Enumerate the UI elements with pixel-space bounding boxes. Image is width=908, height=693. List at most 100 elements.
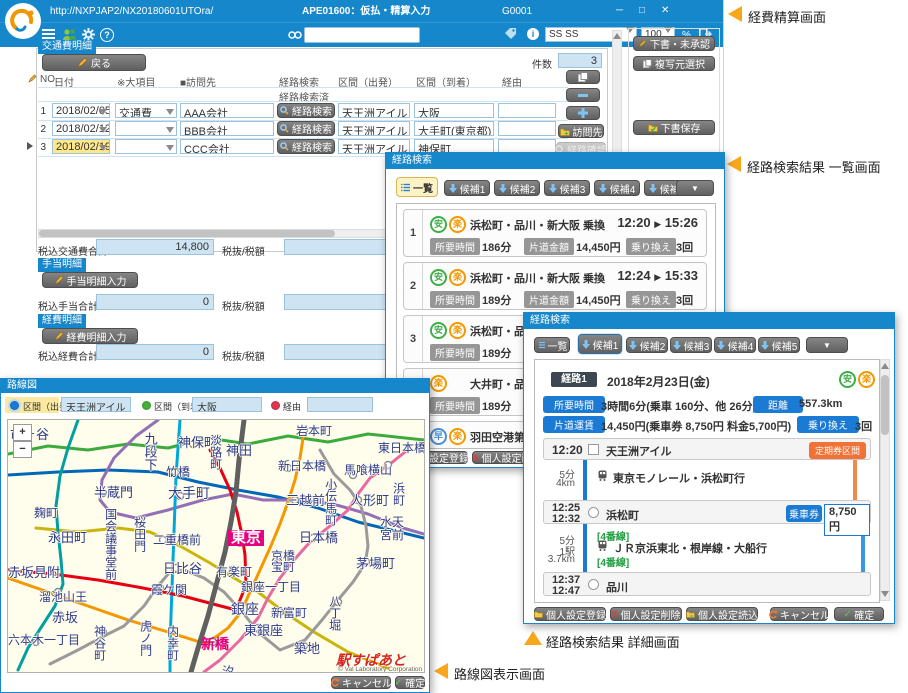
tab-candidate-1[interactable]: 候補1 bbox=[444, 180, 490, 196]
list-icon bbox=[537, 341, 545, 349]
route-search-button[interactable]: 経路検索 bbox=[277, 103, 335, 118]
route-search-button[interactable]: 経路検索 bbox=[277, 139, 335, 154]
tab-candidate-4[interactable]: 候補4 bbox=[714, 337, 756, 353]
route-result-row[interactable]: 1 安 楽 浜松町・品川・新大阪 乗換 12:20 ▶ 15:26 所要時間 1… bbox=[403, 209, 707, 257]
personal-load-button[interactable]: 個人設定読込 bbox=[686, 607, 758, 621]
route-search-button[interactable]: 経路検索 bbox=[277, 121, 335, 136]
tab-label: 候補4 bbox=[728, 338, 754, 353]
map-station: 六本木一丁目 bbox=[8, 634, 80, 647]
quick-search-input[interactable] bbox=[304, 27, 420, 43]
copy-row-button[interactable] bbox=[566, 70, 600, 84]
edit-pencil-icon bbox=[28, 74, 37, 83]
category-select[interactable]: 交通費 bbox=[115, 103, 177, 118]
map-zoom-out-button[interactable]: − bbox=[13, 441, 32, 458]
date-field[interactable]: 2018/02/05 bbox=[52, 103, 110, 118]
tab-candidate-5[interactable]: 候補5 bbox=[758, 337, 800, 353]
tab-candidate-2[interactable]: 候補2 bbox=[626, 337, 668, 353]
map-via-field[interactable] bbox=[307, 397, 373, 412]
map-to-field[interactable]: 大阪 bbox=[192, 397, 262, 412]
allowance-input-button[interactable]: 手当明細入力 bbox=[42, 272, 138, 288]
detail-scroll-thumb[interactable] bbox=[881, 375, 889, 435]
stage: http://NXPJAP2/NX20180601UTOra/ APE01600… bbox=[0, 0, 908, 693]
map-station: 赤坂見附 bbox=[8, 566, 60, 580]
station-name: 浜松町 bbox=[606, 507, 639, 523]
map-canvas[interactable]: + − 駅すぱあと © Val Laboratory Corporation 市… bbox=[7, 419, 425, 673]
map-confirm-button[interactable]: ✓確定 bbox=[395, 676, 425, 689]
copy-source-button[interactable]: 複写元選択 bbox=[633, 56, 715, 71]
more-tabs-button[interactable]: ▼ bbox=[806, 337, 848, 353]
visit-list-label: 訪問先 bbox=[573, 124, 603, 139]
scroll-up-icon[interactable] bbox=[613, 33, 621, 39]
detail-cancel-button[interactable]: キャンセル bbox=[770, 607, 828, 621]
visit-field[interactable]: CCC会社 bbox=[180, 139, 274, 154]
fare-value: 14,450円(乗車券 8,750円 料金5,700円) bbox=[601, 418, 791, 434]
transfer-value: 3回 bbox=[676, 292, 693, 308]
back-button[interactable]: 戻る bbox=[42, 54, 146, 71]
arrive-time: 15:33 bbox=[665, 268, 698, 283]
station-checkbox[interactable] bbox=[588, 444, 599, 455]
maximize-button[interactable]: □ bbox=[639, 4, 645, 18]
tab-candidate-2[interactable]: 候補2 bbox=[494, 180, 540, 196]
undo-icon bbox=[768, 610, 777, 619]
map-zoom-in-button[interactable]: + bbox=[13, 424, 32, 441]
tab-list[interactable]: 一覧 bbox=[534, 337, 570, 353]
scroll-up-icon[interactable] bbox=[881, 363, 889, 369]
category-select[interactable] bbox=[115, 139, 177, 154]
via-field[interactable] bbox=[498, 103, 556, 118]
scroll-down-icon[interactable] bbox=[881, 591, 889, 597]
tag-icon[interactable] bbox=[504, 28, 517, 40]
tab-candidate-1[interactable]: 候補1 bbox=[578, 334, 622, 354]
save-draft-button[interactable]: 下書保存 bbox=[633, 120, 715, 135]
to-dot-icon[interactable] bbox=[142, 401, 151, 410]
visit-list-button[interactable]: 訪問先 bbox=[558, 124, 604, 138]
help-icon[interactable]: ? bbox=[100, 28, 114, 42]
date-field[interactable]: 2018/02/12 bbox=[52, 121, 110, 136]
station-row[interactable]: 12:37 12:47 品川 bbox=[543, 572, 871, 596]
category-select[interactable] bbox=[115, 121, 177, 136]
tab-candidate-3[interactable]: 候補3 bbox=[670, 337, 712, 353]
table-hscroll-thumb[interactable] bbox=[39, 230, 335, 237]
time-badge: 所要時間 bbox=[430, 238, 480, 255]
more-tabs-button[interactable]: ▼ bbox=[676, 180, 714, 196]
user-select[interactable]: SS SS bbox=[545, 27, 637, 42]
draft-unapproved-button[interactable]: 下書・未承認 bbox=[633, 36, 715, 51]
to-field[interactable]: 大手町(東京都) bbox=[414, 121, 494, 136]
personal-save-button[interactable]: 個人設定登録 bbox=[534, 607, 606, 621]
from-radio-icon[interactable] bbox=[10, 401, 19, 410]
menu-icon[interactable] bbox=[42, 29, 55, 40]
tab-candidate-4[interactable]: 候補4 bbox=[594, 180, 640, 196]
close-button[interactable]: ✕ bbox=[661, 4, 669, 18]
map-from-field[interactable]: 天王洲アイル bbox=[61, 397, 131, 412]
route-result-row[interactable]: 2 安 楽 浜松町・品川・新大阪 乗換 12:24 ▶ 15:33 所要時間 1… bbox=[403, 262, 707, 310]
from-field[interactable]: 天王洲アイル bbox=[338, 103, 410, 118]
tab-list[interactable]: 一覧 bbox=[396, 177, 438, 197]
visit-value: BBB会社 bbox=[184, 126, 228, 136]
search-user-icon[interactable] bbox=[288, 30, 302, 40]
via-field[interactable] bbox=[498, 121, 556, 136]
station-row[interactable]: 12:20 天王洲アイル 定期券区間 bbox=[543, 438, 871, 460]
commuter-pass-button[interactable]: 定期券区間 bbox=[809, 442, 866, 459]
personal-delete-button[interactable]: X個人設定削除 bbox=[610, 607, 682, 621]
heart-icon[interactable]: ♥ bbox=[404, 3, 411, 15]
visit-field[interactable]: AAA会社 bbox=[180, 103, 274, 118]
visit-field[interactable]: BBB会社 bbox=[180, 121, 274, 136]
fare-badge: 片道金額 bbox=[524, 291, 574, 308]
tab-candidate-3[interactable]: 候補3 bbox=[544, 180, 590, 196]
minimize-button[interactable]: ─ bbox=[616, 4, 623, 18]
expense-input-button[interactable]: 経費明細入力 bbox=[42, 328, 138, 344]
via-dot-icon[interactable] bbox=[271, 401, 280, 410]
from-field[interactable]: 天王洲アイル bbox=[338, 121, 410, 136]
tab-list-label: 一覧 bbox=[413, 180, 433, 195]
map-cancel-button[interactable]: キャンセル bbox=[331, 676, 391, 689]
route-times: 12:24 ▶ 15:33 bbox=[617, 268, 698, 283]
add-row-button[interactable] bbox=[566, 106, 600, 120]
info-icon[interactable]: i bbox=[527, 28, 539, 40]
transfer-value: 3回 bbox=[855, 418, 872, 434]
detail-confirm-button[interactable]: ✓確定 bbox=[834, 607, 884, 621]
to-field[interactable]: 大阪 bbox=[414, 103, 494, 118]
date-field[interactable]: 2018/02/19 bbox=[52, 139, 110, 154]
row-no: 2 bbox=[36, 124, 46, 135]
delete-row-button[interactable] bbox=[566, 88, 600, 102]
station-row[interactable]: 12:25 12:32 浜松町 乗車券 8,750円 bbox=[543, 500, 871, 524]
distance-label-badge: 距離 bbox=[753, 396, 803, 413]
